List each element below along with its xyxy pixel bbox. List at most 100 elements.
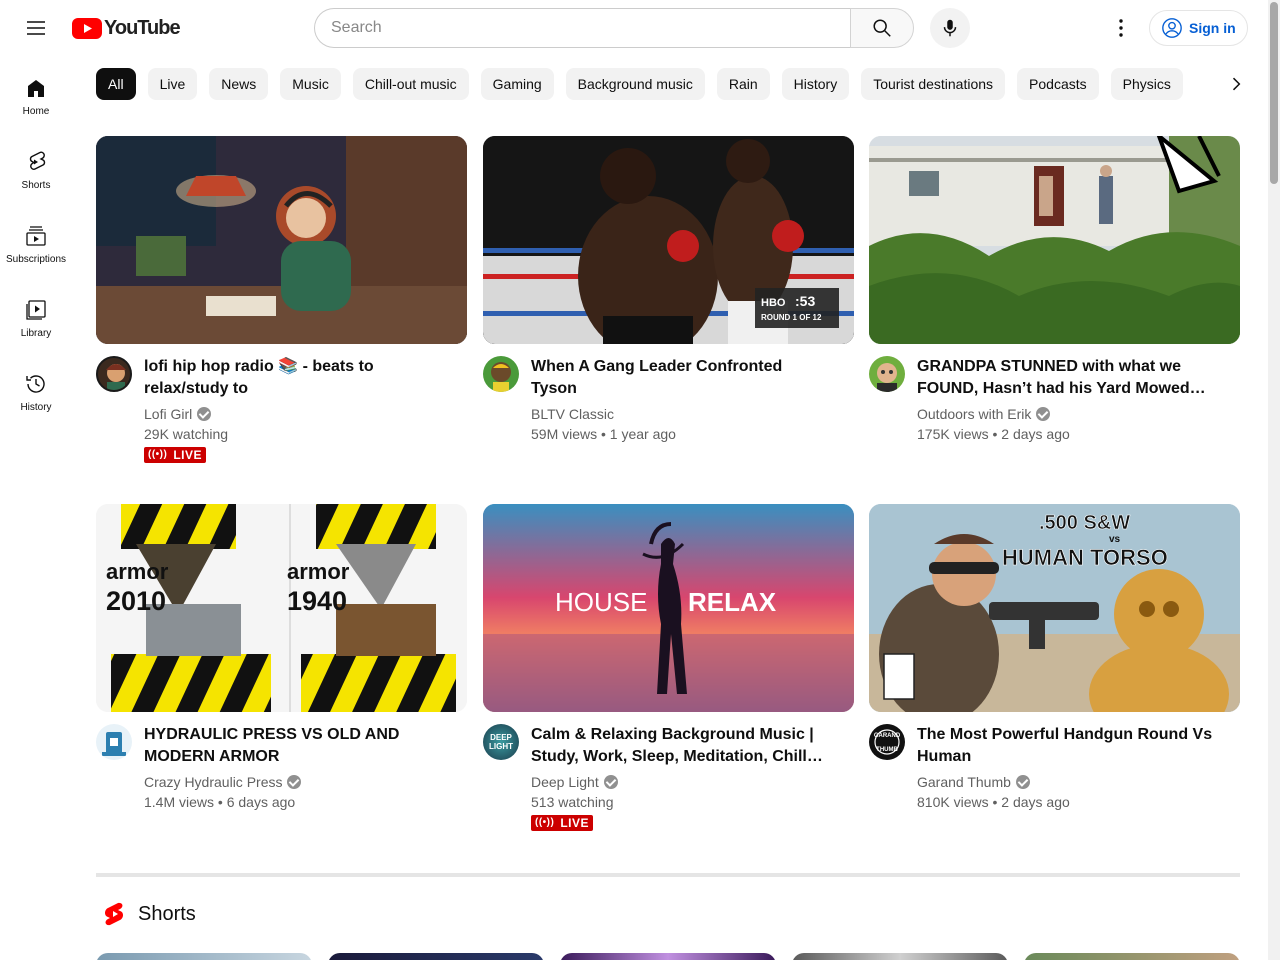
section-divider [96,873,1240,877]
video-thumbnail[interactable]: HOUSE RELAX [483,504,854,712]
short-thumbnail[interactable] [96,953,312,960]
channel-name[interactable]: Outdoors with Erik [917,404,1031,424]
chip-live[interactable]: Live [147,68,198,100]
chip-chill-out-music[interactable]: Chill-out music [352,68,469,100]
hydraulic-press-thumbnail-art: armor 2010 armor 1940 [96,504,467,712]
chip-rain[interactable]: Rain [716,68,770,100]
mic-icon [943,19,957,37]
subscriptions-icon [26,226,46,246]
year-label-right: 1940 [287,586,347,616]
video-card[interactable]: armor 2010 armor 1940 HYDRAULIC PRESS VS… [96,504,467,812]
verified-icon [1015,775,1030,789]
channel-name[interactable]: Crazy Hydraulic Press [144,772,282,792]
handgun-thumbnail-art: .500 S&W vs HUMAN TORSO [869,504,1240,712]
house-text: HOUSE [555,587,647,617]
video-title[interactable]: lofi hip hop radio 📚 - beats to relax/st… [144,356,443,400]
sidebar-item-home[interactable]: Home [0,56,72,130]
sidebar-item-history[interactable]: History [0,352,72,426]
human-torso-text: HUMAN TORSO [1002,545,1168,570]
video-title[interactable]: Calm & Relaxing Background Music | Study… [531,724,830,768]
youtube-logo[interactable]: YouTube [72,17,181,39]
channel-avatar[interactable]: DEEP LIGHT [483,724,519,760]
sidebar-item-library[interactable]: Library [0,278,72,352]
live-label: LIVE [560,815,589,830]
channel-name-row: BLTV Classic [531,404,830,424]
chip-news[interactable]: News [209,68,269,100]
video-card[interactable]: lofi hip hop radio 📚 - beats to relax/st… [96,136,467,463]
video-meta: lofi hip hop radio 📚 - beats to relax/st… [96,356,467,463]
channel-avatar[interactable] [869,356,905,392]
search-button[interactable] [850,8,914,48]
shorts-logo-icon [105,902,123,926]
scrollbar-thumb[interactable] [1270,2,1278,184]
live-icon: ((•)) [535,817,555,828]
video-title[interactable]: HYDRAULIC PRESS VS OLD AND MODERN ARMOR [144,724,443,768]
sign-in-button[interactable]: Sign in [1149,10,1248,46]
shorts-icon [29,151,46,170]
verified-icon [603,775,618,789]
masthead: YouTube Sign in [0,0,1280,56]
settings-button[interactable] [1101,8,1141,48]
video-meta: GARAND THUMB The Most Powerful Handgun Ro… [869,724,1240,812]
boxing-thumbnail-art: HBO :53 ROUND 1 OF 12 [483,136,854,344]
chip-background-music[interactable]: Background music [565,68,705,100]
channel-name[interactable]: Deep Light [531,772,599,792]
chip-music[interactable]: Music [280,68,341,100]
channel-name-row: Lofi Girl [144,404,443,424]
video-meta: DEEP LIGHT Calm & Relaxing Background Mus… [483,724,854,831]
video-title[interactable]: GRANDPA STUNNED with what we FOUND, Hasn… [917,356,1216,400]
relax-text: RELAX [688,587,777,617]
video-thumbnail[interactable] [96,136,467,344]
short-thumbnail[interactable] [792,953,1008,960]
channel-avatar[interactable] [483,356,519,392]
chip-all[interactable]: All [96,68,136,100]
live-icon: ((•)) [148,449,168,460]
video-meta: GRANDPA STUNNED with what we FOUND, Hasn… [869,356,1240,444]
svg-text:THUMB: THUMB [876,747,898,753]
chip-gaming[interactable]: Gaming [480,68,554,100]
channel-name[interactable]: Lofi Girl [144,404,192,424]
chip-tourist-destinations[interactable]: Tourist destinations [861,68,1006,100]
short-thumbnail[interactable] [560,953,776,960]
video-thumbnail[interactable]: HBO :53 ROUND 1 OF 12 [483,136,854,344]
sidebar-item-label: Subscriptions [5,254,67,265]
armor-label-right: armor [287,559,350,584]
video-stats: 513 watching [531,794,614,810]
sidebar-item-shorts[interactable]: Shorts [0,130,72,204]
video-card[interactable]: HBO :53 ROUND 1 OF 12 When A Gang Leader… [483,136,854,444]
chips-next-button[interactable] [1216,68,1256,100]
chip-fade [1186,68,1218,100]
armor-label-left: armor [106,559,169,584]
channel-avatar[interactable]: GARAND THUMB [869,724,905,760]
voice-search-button[interactable] [930,8,970,48]
video-stats: 810K views • 2 days ago [917,794,1070,810]
svg-text:LIGHT: LIGHT [489,742,513,751]
video-thumbnail[interactable] [869,136,1240,344]
chip-podcasts[interactable]: Podcasts [1017,68,1099,100]
video-thumbnail[interactable]: armor 2010 armor 1940 [96,504,467,712]
sidebar-item-subscriptions[interactable]: Subscriptions [0,204,72,278]
menu-button[interactable] [16,8,56,48]
channel-avatar[interactable] [96,356,132,392]
video-card[interactable]: GRANDPA STUNNED with what we FOUND, Hasn… [869,136,1240,444]
chip-physics[interactable]: Physics [1110,68,1183,100]
live-label: LIVE [173,447,202,462]
video-card[interactable]: HOUSE RELAX DEEP LIGHT Calm & Relaxing Ba… [483,504,854,831]
sidebar-item-label: History [20,402,52,413]
video-title[interactable]: When A Gang Leader Confronted Tyson [531,356,830,400]
video-title[interactable]: The Most Powerful Handgun Round Vs Human [917,724,1216,768]
chip-history[interactable]: History [781,68,850,100]
house-relax-thumbnail-art: HOUSE RELAX [483,504,854,712]
short-thumbnail[interactable] [328,953,544,960]
channel-name[interactable]: Garand Thumb [917,772,1011,792]
video-stats: 175K views • 2 days ago [917,426,1070,442]
search-input[interactable] [314,8,850,48]
channel-avatar[interactable] [96,724,132,760]
short-thumbnail[interactable] [1024,953,1240,960]
verified-icon [1036,407,1051,421]
video-card[interactable]: .500 S&W vs HUMAN TORSO GARAND THUMB The … [869,504,1240,812]
channel-name[interactable]: BLTV Classic [531,404,614,424]
video-thumbnail[interactable]: .500 S&W vs HUMAN TORSO [869,504,1240,712]
svg-text:DEEP: DEEP [490,733,512,742]
guide-sidebar: Home Shorts Subscriptions Library Histor… [0,56,72,426]
